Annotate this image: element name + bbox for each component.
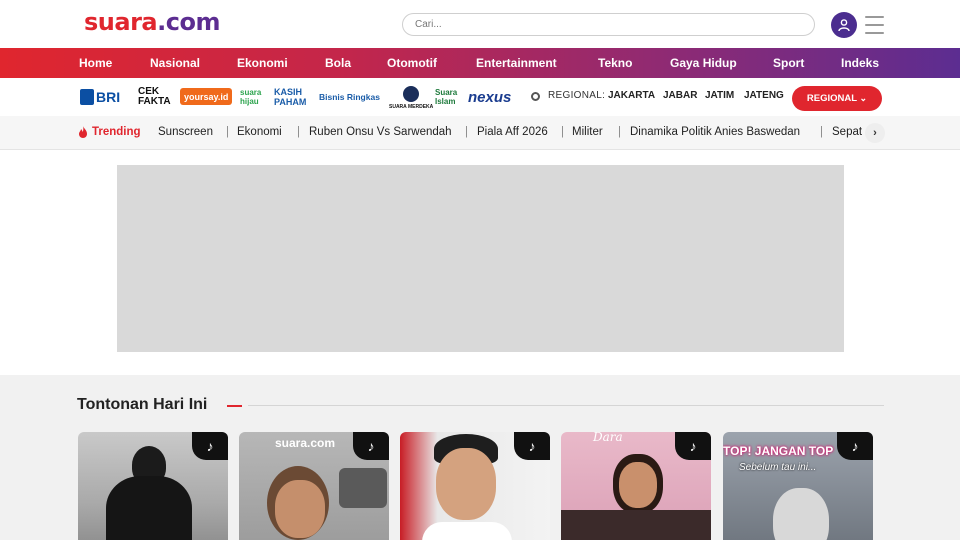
partner-logo-yoursay[interactable]: yoursay.id: [180, 88, 233, 105]
trending-label: Trending: [78, 126, 141, 138]
tiktok-icon: ♪: [514, 432, 550, 460]
video-thumbnail-figure: [106, 476, 192, 540]
tiktok-icon: ♪: [675, 432, 711, 460]
partner-logo-suara-islam[interactable]: Suara Islam: [435, 86, 463, 108]
video-thumbnail-inset: [339, 468, 387, 508]
trending-separator: |: [465, 126, 468, 138]
nav-item-ekonomi[interactable]: Ekonomi: [237, 48, 288, 78]
trending-separator: |: [226, 126, 229, 138]
trending-separator: |: [820, 126, 823, 138]
partner-logo-bri[interactable]: BRI: [80, 86, 120, 108]
nav-item-indeks[interactable]: Indeks: [841, 48, 879, 78]
trending-item-ekonomi[interactable]: Ekonomi: [237, 126, 282, 138]
fire-icon: [79, 126, 87, 138]
search-input[interactable]: [402, 13, 815, 36]
partner-logo-kasih-paham[interactable]: KASIH PAHAM: [274, 86, 312, 108]
partner-logo-text: BRI: [96, 89, 121, 105]
location-icon: [531, 92, 540, 101]
nav-item-tekno[interactable]: Tekno: [598, 48, 632, 78]
trending-item-sunscreen[interactable]: Sunscreen: [158, 126, 213, 138]
video-overlay-text: TOP! JANGAN TOP: [723, 444, 834, 458]
chevron-down-icon: ⌄: [859, 93, 868, 103]
video-card[interactable]: TOP! JANGAN TOP Sebelum tau ini... ♪: [723, 432, 873, 540]
trending-separator: |: [561, 126, 564, 138]
partner-logo-suara-merdeka[interactable]: SUARA MERDEKA: [389, 84, 433, 110]
partner-logo-suara-hijau[interactable]: suara hijau: [240, 86, 268, 108]
trending-item-militer[interactable]: Militer: [572, 126, 603, 138]
tiktok-icon: ♪: [192, 432, 228, 460]
user-account-icon[interactable]: [831, 12, 857, 38]
video-overlay-text: Dara: [593, 432, 623, 444]
regional-dropdown-button[interactable]: REGIONAL ⌄: [792, 86, 882, 111]
nav-item-sport[interactable]: Sport: [773, 48, 804, 78]
logo-text-primary: suara: [84, 8, 158, 36]
site-logo[interactable]: suara.com: [84, 8, 220, 36]
ad-section: [0, 150, 960, 375]
video-thumbnail-shirt: [422, 522, 512, 540]
partner-logo-nexus[interactable]: nexus: [468, 86, 511, 108]
regional-link-jatim[interactable]: JATIM: [705, 90, 734, 101]
ad-banner-placeholder[interactable]: [117, 165, 844, 352]
nav-item-otomotif[interactable]: Otomotif: [387, 48, 437, 78]
partner-logo-text: SUARA MERDEKA: [389, 104, 434, 110]
video-card[interactable]: Dara ♪: [561, 432, 711, 540]
partner-logo-bisnis-ringkas[interactable]: Bisnis Ringkas: [319, 86, 380, 108]
regional-button-label: REGIONAL: [806, 93, 857, 104]
trending-bar: Trending Sunscreen | Ekonomi | Ruben Ons…: [0, 116, 960, 150]
trending-item-piala-aff[interactable]: Piala Aff 2026: [477, 126, 548, 138]
nav-item-nasional[interactable]: Nasional: [150, 48, 200, 78]
site-header: suara.com: [0, 0, 960, 48]
video-thumbnail-face: [619, 462, 657, 508]
section-divider: [248, 405, 884, 406]
tiktok-icon: ♪: [837, 432, 873, 460]
regional-link-jabar[interactable]: JABAR: [663, 90, 697, 101]
regional-link-jateng[interactable]: JATENG: [744, 90, 784, 101]
section-title: Tontonan Hari Ini: [77, 396, 208, 413]
trending-item-ruben-onsu[interactable]: Ruben Onsu Vs Sarwendah: [309, 126, 452, 138]
section-title-accent: [227, 405, 242, 407]
main-nav: Home Nasional Ekonomi Bola Otomotif Ente…: [0, 48, 960, 78]
tiktok-icon: ♪: [353, 432, 389, 460]
chevron-right-icon[interactable]: ›: [865, 123, 885, 143]
trending-separator: |: [618, 126, 621, 138]
nav-item-gaya-hidup[interactable]: Gaya Hidup: [670, 48, 737, 78]
video-thumbnail-face: [436, 448, 496, 520]
trending-label-text: Trending: [92, 126, 141, 138]
partner-logo-cekfakta[interactable]: CEK FAKTA: [138, 86, 172, 108]
video-overlay-text: suara.com: [275, 436, 336, 450]
video-thumbnail-crowd: [561, 510, 711, 540]
menu-icon[interactable]: [865, 16, 884, 34]
trending-item-anies[interactable]: Dinamika Politik Anies Baswedan: [630, 126, 800, 138]
trending-item-sepat[interactable]: Sepat: [832, 126, 862, 138]
video-section: Tontonan Hari Ini ♪ suara.com ♪ ♪ Dara ♪…: [0, 375, 960, 540]
video-card[interactable]: ♪: [400, 432, 550, 540]
video-thumbnail-face: [275, 480, 325, 538]
nav-item-entertainment[interactable]: Entertainment: [476, 48, 557, 78]
video-overlay-subtext: Sebelum tau ini...: [739, 462, 817, 473]
video-card[interactable]: ♪: [78, 432, 228, 540]
logo-text-secondary: .com: [157, 8, 220, 36]
video-thumbnail-figure: [773, 488, 829, 540]
nav-item-bola[interactable]: Bola: [325, 48, 351, 78]
regional-link-jakarta[interactable]: JAKARTA: [608, 90, 655, 101]
regional-label: REGIONAL:: [548, 90, 606, 101]
nav-item-home[interactable]: Home: [79, 48, 112, 78]
video-card[interactable]: suara.com ♪: [239, 432, 389, 540]
trending-separator: |: [297, 126, 300, 138]
